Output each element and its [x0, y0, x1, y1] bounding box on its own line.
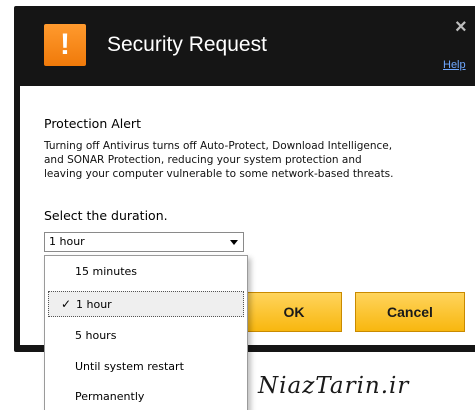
checkmark-icon: ✓ [61, 297, 72, 311]
alert-message-line: leaving your computer vulnerable to some… [44, 168, 394, 180]
dropdown-option-1-hour[interactable]: ✓ 1 hour [48, 291, 244, 317]
dropdown-option-label: 1 hour [76, 298, 112, 311]
close-icon[interactable]: × [455, 16, 475, 38]
dropdown-option-5-hours[interactable]: 5 hours [45, 323, 247, 349]
dropdown-option-label: Permanently [75, 390, 145, 403]
duration-select-value: 1 hour [49, 235, 85, 248]
alert-message-line: and SONAR Protection, reducing your syst… [44, 154, 362, 166]
alert-message: Turning off Antivirus turns off Auto-Pro… [44, 139, 464, 181]
dropdown-option-label: 5 hours [75, 329, 117, 342]
dropdown-option-label: 15 minutes [75, 265, 138, 278]
ok-button[interactable]: OK [247, 292, 342, 332]
duration-label: Select the duration. [44, 208, 168, 223]
dropdown-option-label: Until system restart [75, 360, 184, 373]
screenshot-stage: ! Security Request × Help Protection Ale… [0, 0, 475, 410]
dialog-title: Security Request [107, 33, 267, 56]
alert-heading: Protection Alert [44, 116, 141, 131]
cancel-button[interactable]: Cancel [355, 292, 465, 332]
chevron-down-icon [230, 240, 238, 245]
alert-message-line: Turning off Antivirus turns off Auto-Pro… [44, 140, 393, 152]
watermark-text: NiazTarin.ir [258, 373, 410, 399]
dropdown-option-15-minutes[interactable]: 15 minutes [45, 259, 247, 285]
duration-select[interactable]: 1 hour [44, 232, 244, 252]
help-link[interactable]: Help [443, 59, 466, 72]
duration-dropdown-list: 15 minutes ✓ 1 hour 5 hours Until system… [44, 255, 248, 410]
dropdown-option-permanently[interactable]: Permanently [45, 384, 247, 410]
dropdown-option-until-restart[interactable]: Until system restart [45, 354, 247, 380]
exclamation-icon: ! [44, 24, 86, 66]
